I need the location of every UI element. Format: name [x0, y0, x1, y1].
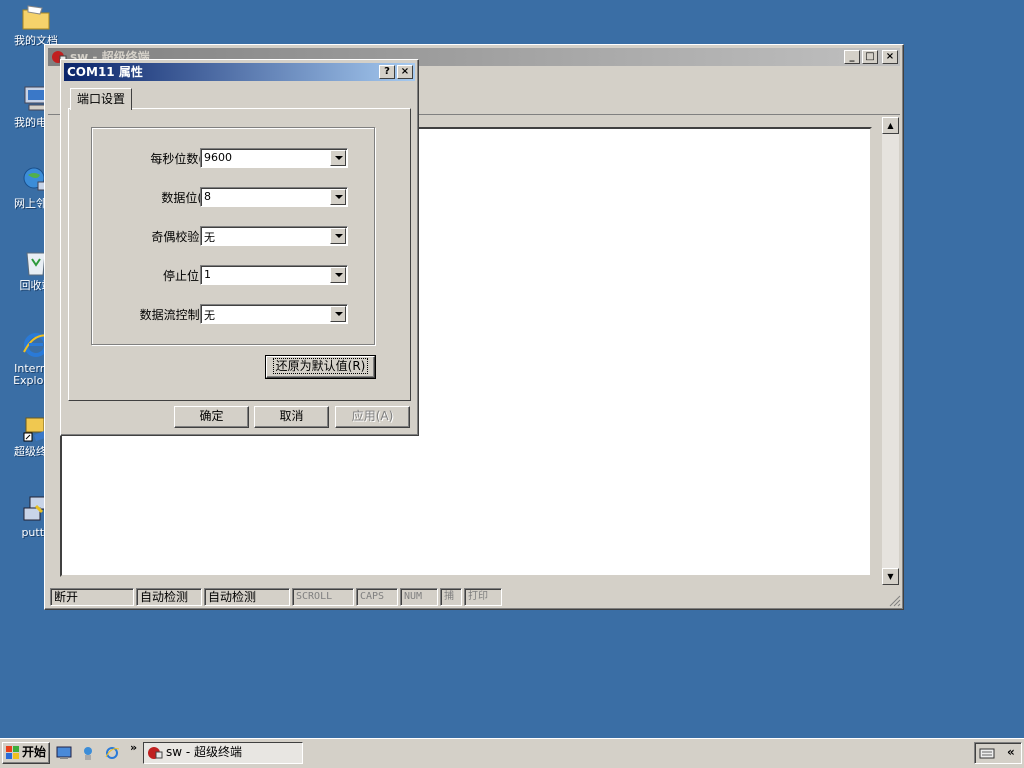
hyperterminal-icon — [148, 747, 163, 759]
desktop-icon-my-documents[interactable]: 我的文档 — [6, 2, 66, 47]
select-value: 1 — [204, 268, 211, 281]
button-label: 还原为默认值(R) — [272, 358, 369, 374]
cancel-button[interactable]: 取消 — [254, 406, 329, 428]
quick-launch-chevron-icon[interactable]: » — [130, 741, 137, 754]
field-parity: 奇偶校验(P): 无 — [92, 226, 376, 246]
taskbar: 开始 » sw - 超级终端 « — [0, 738, 1024, 768]
field-label: 每秒位数 — [150, 152, 199, 166]
tray-expand-icon[interactable]: « — [1007, 745, 1015, 759]
minimize-button[interactable]: _ — [844, 50, 860, 64]
help-button[interactable]: ? — [379, 65, 395, 79]
internet-explorer-icon[interactable] — [104, 745, 120, 761]
com-properties-dialog: COM11 属性 ? × 端口设置 每秒位数(B): 9600 数据位(D): … — [60, 59, 419, 436]
field-stop-bits: 停止位(S): 1 — [92, 265, 376, 285]
status-scroll: SCROLL — [292, 588, 354, 606]
status-capture: 捕 — [440, 588, 462, 606]
select-value: 无 — [204, 231, 215, 244]
field-label: 奇偶校验 — [151, 230, 200, 244]
system-tray: « — [974, 742, 1022, 764]
status-detect-2: 自动检测 — [204, 588, 290, 606]
apply-button[interactable]: 应用(A) — [335, 406, 410, 428]
field-flow-control: 数据流控制(F): 无 — [92, 304, 376, 324]
status-bar: 断开 自动检测 自动检测 SCROLL CAPS NUM 捕 打印 — [48, 587, 900, 607]
dialog-title-bar[interactable]: COM11 属性 ? × — [64, 63, 415, 81]
select-value: 9600 — [204, 151, 232, 164]
field-label: 数据位 — [161, 191, 198, 205]
port-settings-group: 每秒位数(B): 9600 数据位(D): 8 奇偶校验(P): 无 停止位(S… — [91, 127, 375, 345]
dialog-close-button[interactable]: × — [397, 65, 413, 79]
parity-select[interactable]: 无 — [200, 226, 348, 246]
field-label: 数据流控制 — [139, 308, 200, 322]
ok-button[interactable]: 确定 — [174, 406, 249, 428]
resize-grip-icon[interactable] — [889, 595, 901, 607]
taskbar-item-hyperterminal[interactable]: sw - 超级终端 — [143, 742, 303, 764]
status-print: 打印 — [464, 588, 502, 606]
folder-icon — [22, 5, 50, 30]
flow-control-select[interactable]: 无 — [200, 304, 348, 324]
tab-port-settings[interactable]: 端口设置 — [70, 88, 133, 110]
status-caps: CAPS — [356, 588, 398, 606]
keyboard-icon[interactable] — [979, 746, 995, 760]
stop-bits-select[interactable]: 1 — [200, 265, 348, 285]
maximize-button[interactable]: □ — [862, 50, 878, 64]
chevron-down-icon[interactable] — [330, 189, 346, 205]
close-button[interactable]: × — [882, 50, 898, 64]
tab-panel: 每秒位数(B): 9600 数据位(D): 8 奇偶校验(P): 无 停止位(S… — [68, 108, 411, 401]
select-value: 8 — [204, 190, 211, 203]
vertical-scrollbar[interactable]: ▲ ▼ — [882, 117, 899, 585]
dialog-title: COM11 属性 — [67, 65, 143, 79]
quick-launch-app-icon[interactable] — [80, 745, 96, 761]
restore-defaults-button[interactable]: 还原为默认值(R) — [265, 355, 376, 379]
windows-logo-icon — [6, 746, 19, 759]
taskbar-item-label: sw - 超级终端 — [166, 745, 243, 759]
baud-rate-select[interactable]: 9600 — [200, 148, 348, 168]
scroll-down-button[interactable]: ▼ — [882, 568, 899, 585]
status-detect-1: 自动检测 — [136, 588, 202, 606]
chevron-down-icon[interactable] — [330, 267, 346, 283]
chevron-down-icon[interactable] — [330, 228, 346, 244]
start-button[interactable]: 开始 — [2, 742, 50, 764]
scroll-up-button[interactable]: ▲ — [882, 117, 899, 134]
status-num: NUM — [400, 588, 438, 606]
chevron-down-icon[interactable] — [330, 306, 346, 322]
show-desktop-icon[interactable] — [56, 745, 72, 761]
start-label: 开始 — [22, 745, 47, 759]
chevron-down-icon[interactable] — [330, 150, 346, 166]
data-bits-select[interactable]: 8 — [200, 187, 348, 207]
select-value: 无 — [204, 309, 215, 322]
status-connection: 断开 — [50, 588, 134, 606]
field-label: 停止位 — [162, 269, 199, 283]
field-baud-rate: 每秒位数(B): 9600 — [92, 148, 376, 168]
field-data-bits: 数据位(D): 8 — [92, 187, 376, 207]
